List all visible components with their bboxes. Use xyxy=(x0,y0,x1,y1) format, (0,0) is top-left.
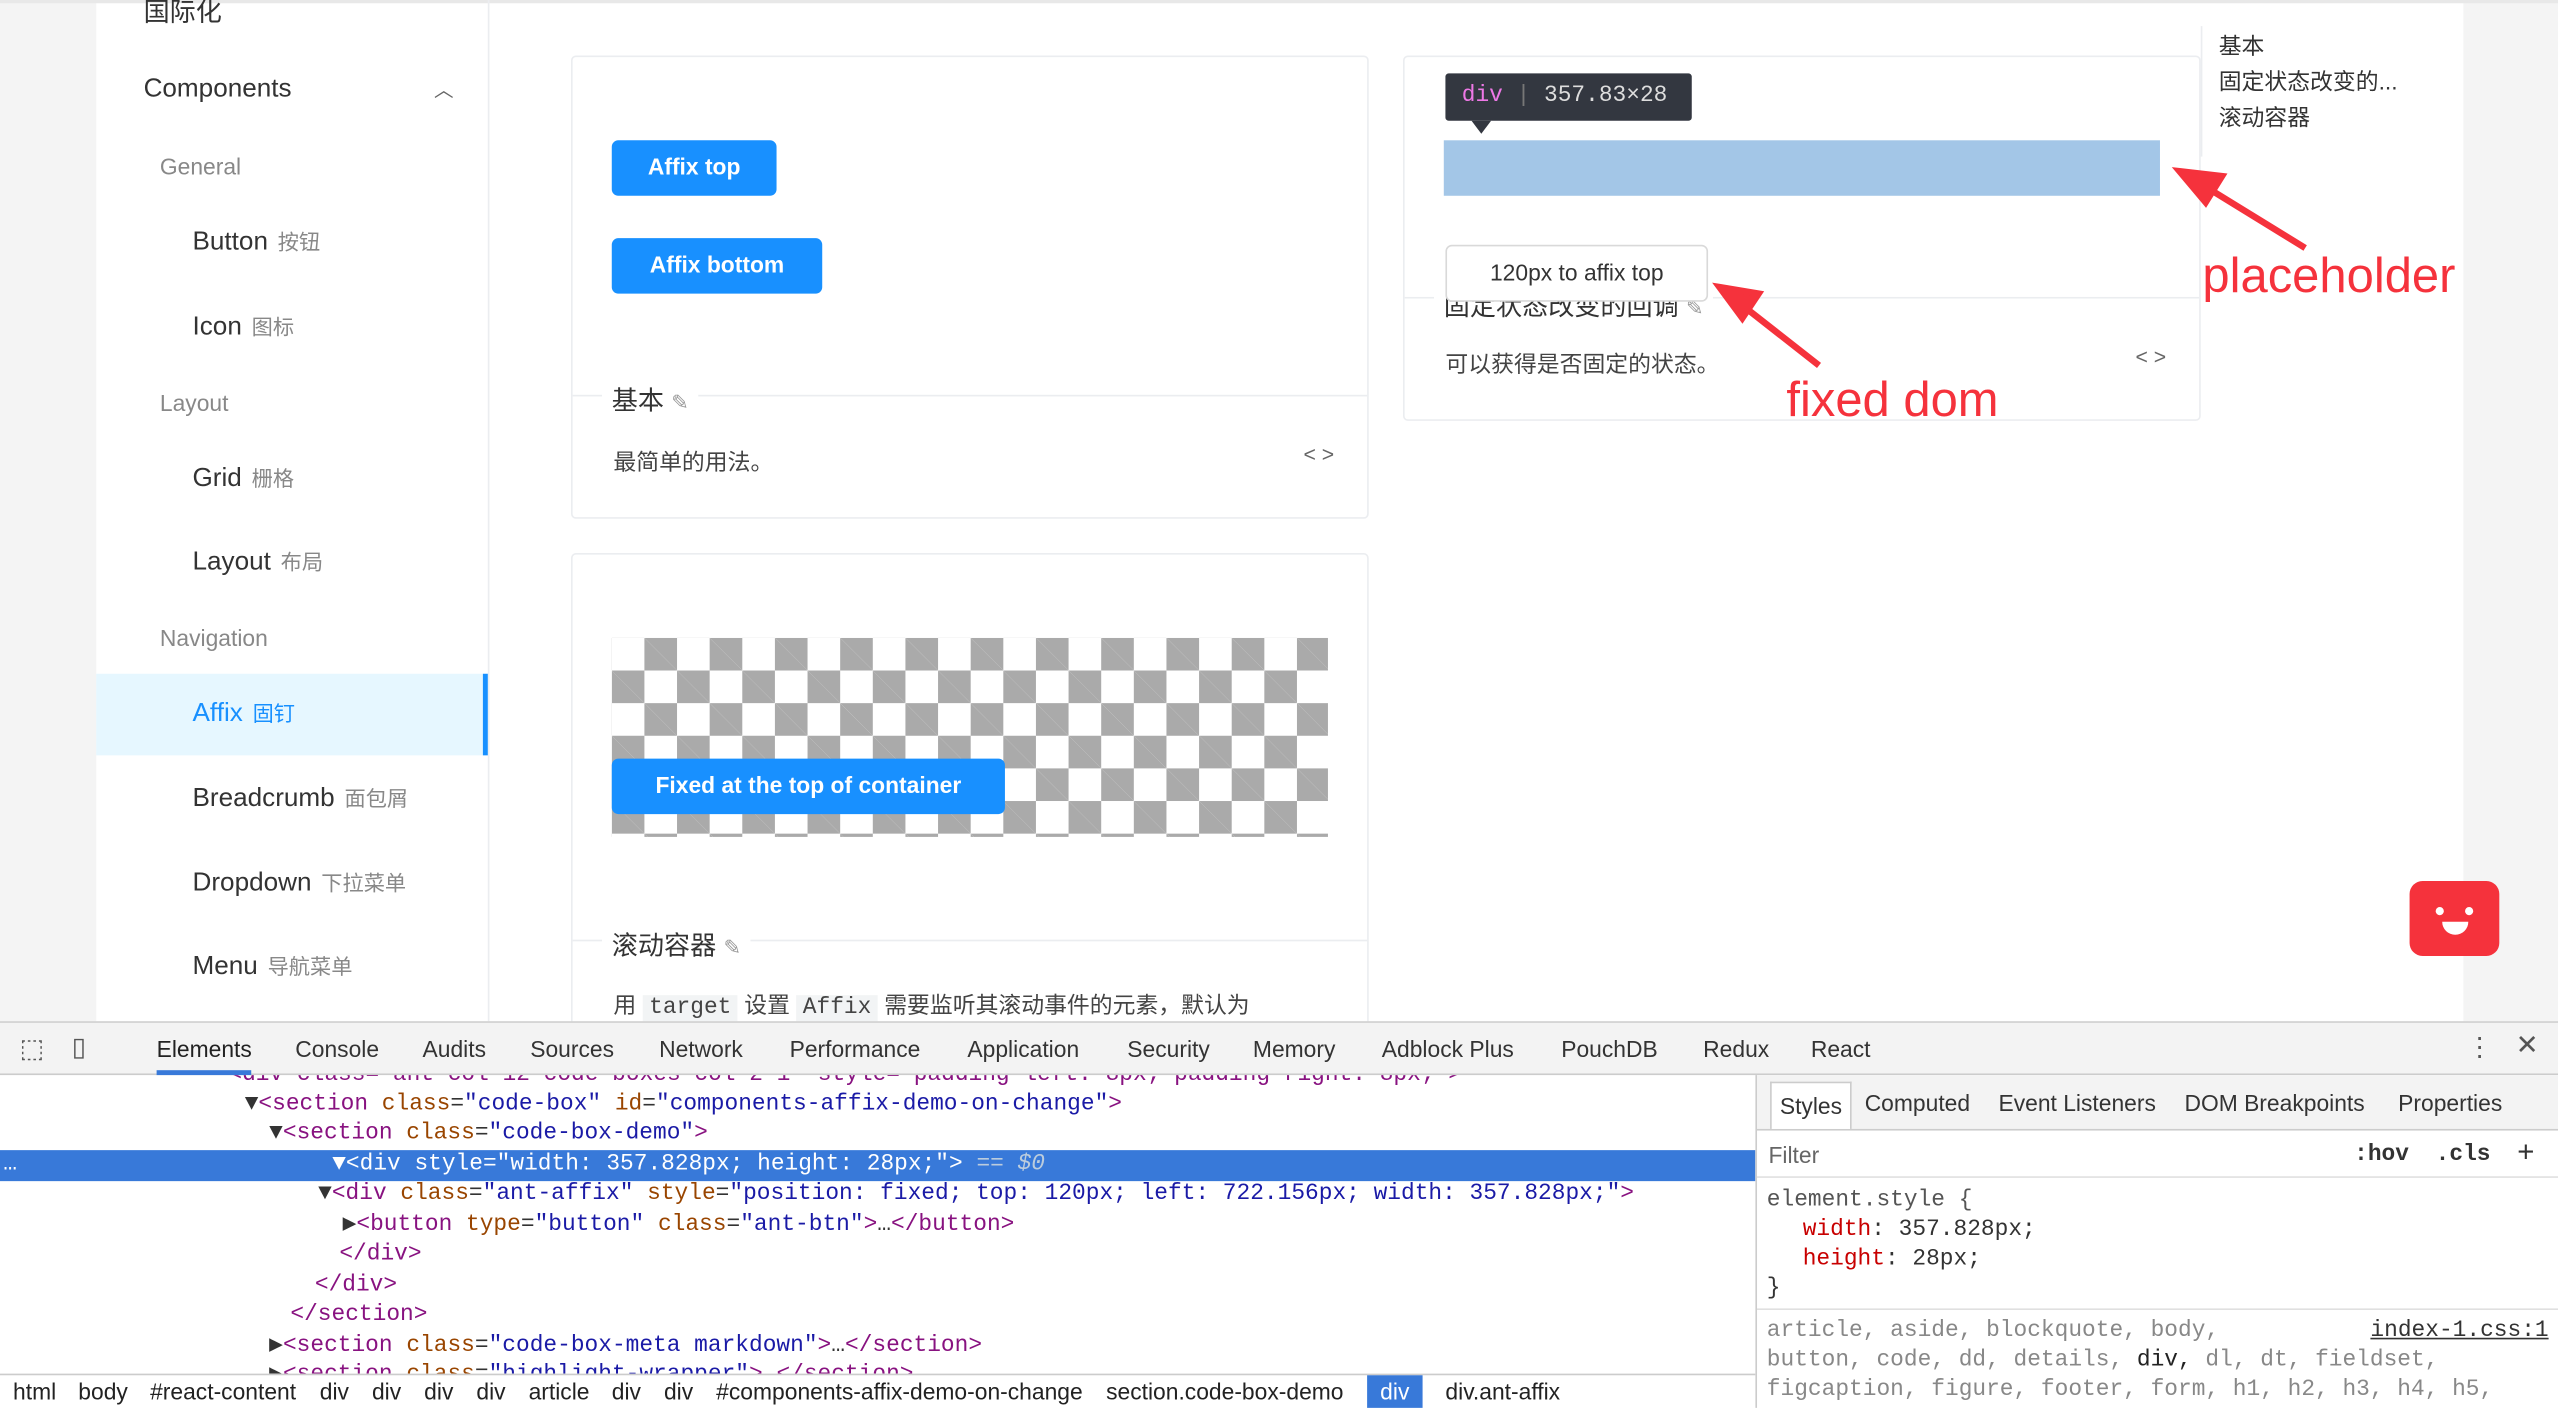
dom-style: width: 357.828px; height: 28px; xyxy=(510,1151,936,1178)
dom-class: highlight-wrapper xyxy=(502,1362,735,1373)
dom-breadcrumb[interactable]: html xyxy=(13,1375,56,1408)
dom-console-ref: == $0 xyxy=(976,1151,1045,1178)
annotation-arrows xyxy=(1712,167,2307,369)
styles-tab-event-listeners[interactable]: Event Listeners xyxy=(1998,1075,2155,1130)
dom-id: components-affix-demo-on-change xyxy=(669,1091,1095,1118)
devtools-tab-sources[interactable]: Sources xyxy=(530,1023,614,1075)
styles-tab-dom-breakpoints[interactable]: DOM Breakpoints xyxy=(2184,1075,2364,1130)
hov-toggle[interactable]: :hov xyxy=(2354,1142,2409,1168)
dom-breadcrumb[interactable]: div xyxy=(1367,1375,1423,1408)
dom-class: code-box-meta markdown xyxy=(502,1332,804,1359)
devtools-tab-network[interactable]: Network xyxy=(659,1023,743,1075)
sel-match: div, xyxy=(2136,1347,2192,1374)
devtools-tab-memory[interactable]: Memory xyxy=(1253,1023,1335,1075)
style-selector: button, code, dd, details, div, dl, dt, … xyxy=(1767,1346,2439,1376)
style-property[interactable]: width: 357.828px; xyxy=(1803,1215,2036,1245)
dom-line[interactable]: ▼<section class="code-box" id="component… xyxy=(245,1090,1122,1120)
prop-value: 28px; xyxy=(1912,1246,1981,1273)
prop-name: width xyxy=(1802,1217,1872,1244)
divider xyxy=(1757,1308,2558,1311)
chat-widget-button[interactable] xyxy=(2409,880,2500,957)
dom-line[interactable]: ▶<button type="button" class="ant-btn">…… xyxy=(343,1210,1015,1240)
inspect-element-icon[interactable]: ⬚ xyxy=(20,1033,45,1066)
dom-breadcrumb[interactable]: section.code-box-demo xyxy=(1106,1375,1343,1408)
prop-name: height xyxy=(1802,1246,1885,1273)
dom-breadcrumb[interactable]: div xyxy=(372,1375,401,1408)
devtools-tab-redux[interactable]: Redux xyxy=(1703,1023,1769,1075)
devtools-tab-elements[interactable]: Elements xyxy=(156,1023,252,1076)
style-close: } xyxy=(1766,1275,1781,1302)
stylesheet-link[interactable]: index-1.css:1 xyxy=(2370,1317,2548,1347)
close-icon[interactable]: ✕ xyxy=(2516,1029,2539,1062)
dom-class: ant-btn xyxy=(753,1212,850,1239)
dom-breadcrumb[interactable]: div xyxy=(664,1375,693,1408)
dom-breadcrumb[interactable]: div xyxy=(320,1375,349,1408)
cls-toggle[interactable]: .cls xyxy=(2436,1142,2491,1168)
style-selector: element.style { xyxy=(1766,1187,1973,1214)
styles-tab-properties[interactable]: Properties xyxy=(2398,1075,2502,1130)
elements-tree[interactable]: <div class="ant-col-12 code-boxes-col-2-… xyxy=(0,1075,1756,1374)
divider xyxy=(1757,1176,2558,1178)
dom-line[interactable]: ▼<div class="ant-affix" style="position:… xyxy=(318,1180,1634,1210)
devtools-tab-security[interactable]: Security xyxy=(1127,1023,1210,1075)
filter-input[interactable]: Filter xyxy=(1768,1142,1819,1168)
dom-line[interactable]: ▶<section class="highlight-wrapper">…</s… xyxy=(269,1361,913,1373)
sel-part: button, code, dd, details, xyxy=(1766,1347,2137,1374)
devtools-tab-application[interactable]: Application xyxy=(967,1023,1079,1075)
dom-line[interactable]: ▶<section class="code-box-meta markdown"… xyxy=(269,1331,982,1361)
prop-value: 357.828px; xyxy=(1898,1217,2036,1244)
dom-breadcrumb[interactable]: div xyxy=(612,1375,641,1408)
dom-class: code-box-demo xyxy=(502,1120,681,1147)
dom-breadcrumb[interactable]: div xyxy=(424,1375,453,1408)
style-selector: figcaption, figure, footer, form, h1, h2… xyxy=(1766,1376,2494,1404)
devtools-toolbar: ⬚ ▯ Elements Console Audits Sources Network P… xyxy=(0,1022,2558,1076)
dom-line[interactable]: <div class="ant-col-12 code-boxes-col-2-… xyxy=(228,1075,1462,1090)
breadcrumb-bar: html body #react-content div div div div articl… xyxy=(0,1373,1756,1408)
dom-breadcrumb[interactable]: body xyxy=(78,1375,128,1408)
widget-eye-icon xyxy=(2465,907,2474,916)
widget-mouth-icon xyxy=(2442,921,2469,935)
dom-breadcrumb[interactable]: #react-content xyxy=(150,1375,296,1408)
dom-style: position: fixed; top: 120px; left: 722.1… xyxy=(743,1181,1607,1208)
styles-tab-computed[interactable]: Computed xyxy=(1865,1075,1970,1130)
dom-breadcrumb[interactable]: div.ant-affix xyxy=(1445,1375,1560,1408)
new-rule-icon[interactable]: + xyxy=(2517,1135,2534,1169)
dom-line-selected-content[interactable]: … ▼<div style="width: 357.828px; height:… xyxy=(3,1150,1045,1180)
devtools-tab-react[interactable]: React xyxy=(1811,1023,1871,1075)
devtools-tab-adblock-plus[interactable]: Adblock Plus xyxy=(1382,1023,1514,1075)
arrow-head xyxy=(2171,167,2228,208)
styles-pane: Styles Computed Event Listeners DOM Breakpo… xyxy=(1755,1075,2558,1408)
style-selector: article, aside, blockquote, body, xyxy=(1766,1318,2220,1345)
widget-eye-icon xyxy=(2435,907,2444,916)
dom-line[interactable]: ▼<section class="code-box-demo"> xyxy=(269,1119,708,1149)
style-property[interactable]: height: 28px; xyxy=(1803,1245,1981,1275)
sidebar-tabs: Styles Computed Event Listeners DOM Breakpo… xyxy=(1757,1075,2558,1131)
devtools-tab-performance[interactable]: Performance xyxy=(790,1023,921,1075)
dom-line[interactable]: </section> xyxy=(290,1300,427,1330)
more-options-icon[interactable]: ⋮ xyxy=(2467,1031,2493,1064)
devtools-tab-audits[interactable]: Audits xyxy=(423,1023,486,1075)
device-toggle-icon[interactable]: ▯ xyxy=(72,1031,86,1064)
dom-line[interactable]: </div> xyxy=(339,1240,421,1270)
styles-tab-styles[interactable]: Styles xyxy=(1770,1081,1852,1129)
sel-part: dl, dt, fieldset, xyxy=(2191,1347,2439,1374)
dom-breadcrumb[interactable]: div xyxy=(476,1375,505,1408)
dom-breadcrumb[interactable]: article xyxy=(529,1375,590,1408)
devtools: ⬚ ▯ Elements Console Audits Sources Network P… xyxy=(0,1021,2558,1408)
dom-breadcrumb[interactable]: #components-affix-demo-on-change xyxy=(716,1375,1083,1408)
dom-line[interactable]: </div> xyxy=(315,1271,397,1301)
devtools-tab-console[interactable]: Console xyxy=(295,1023,379,1075)
devtools-tab-pouchdb[interactable]: PouchDB xyxy=(1561,1023,1658,1075)
